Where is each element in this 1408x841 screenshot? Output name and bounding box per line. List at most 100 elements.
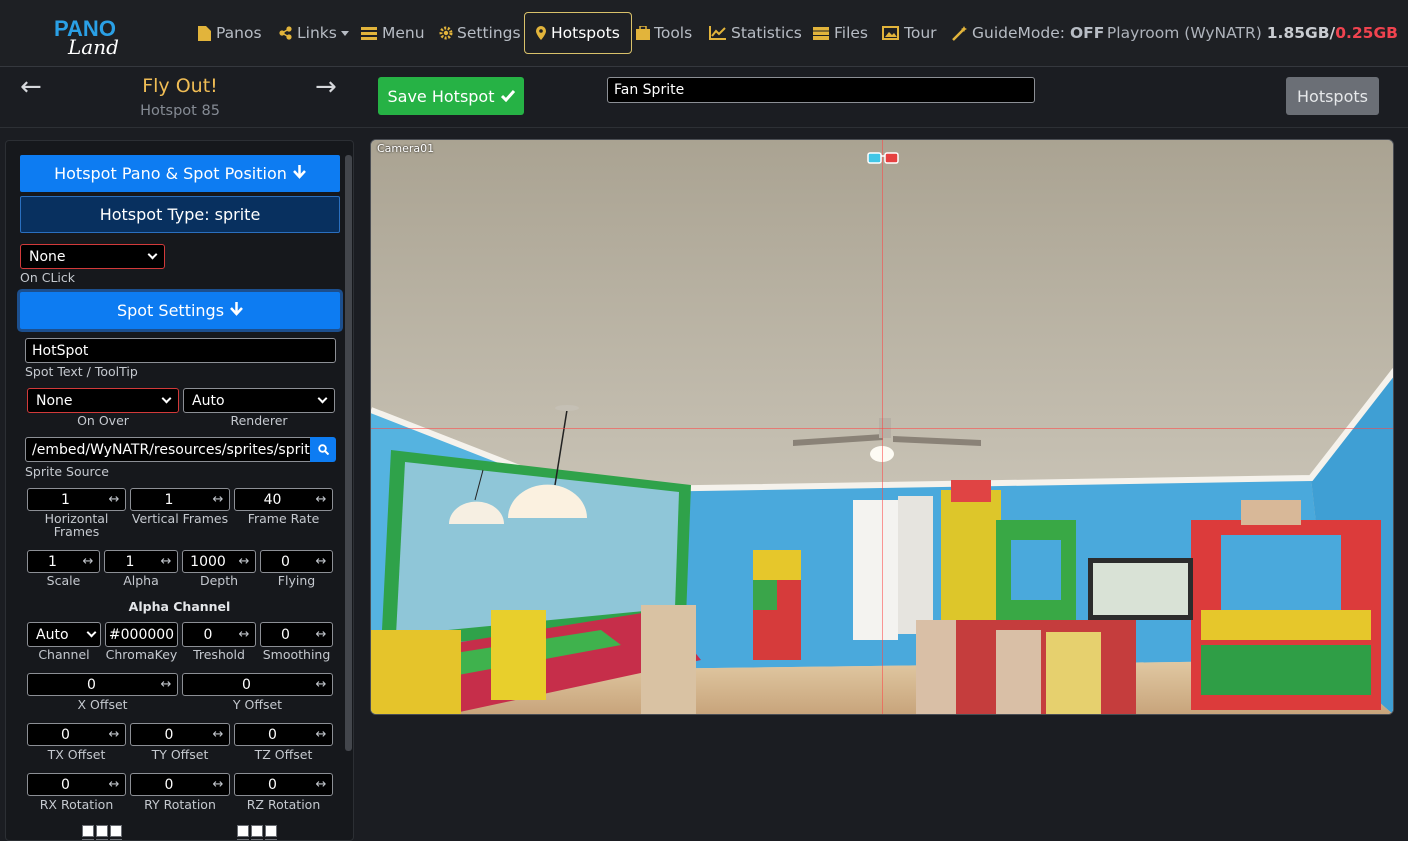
tx-offset-label: TX Offset bbox=[47, 747, 106, 762]
check-icon bbox=[500, 87, 515, 106]
file-icon bbox=[198, 26, 211, 41]
on-over-select[interactable]: None bbox=[27, 388, 179, 413]
align-grid-icon[interactable] bbox=[82, 825, 122, 840]
pano-position-button[interactable]: Hotspot Pano & Spot Position bbox=[20, 155, 340, 192]
renderer-label: Renderer bbox=[230, 413, 288, 428]
renderer-select[interactable]: Auto bbox=[183, 388, 335, 413]
channel-label: Channel bbox=[38, 647, 90, 662]
search-icon bbox=[317, 440, 329, 459]
vertical-frames-input[interactable]: 1 ↔ bbox=[130, 488, 230, 511]
nav-files[interactable]: Files bbox=[813, 22, 868, 44]
stepper-icon: ↔ bbox=[315, 492, 327, 507]
flying-input[interactable]: 0 ↔ bbox=[260, 550, 333, 573]
smoothing-input[interactable]: 0 ↔ bbox=[260, 622, 333, 647]
x-offset-label: X Offset bbox=[77, 697, 128, 712]
frame-rate-label: Frame Rate bbox=[247, 511, 320, 526]
stepper-icon: ↔ bbox=[212, 492, 224, 507]
hotspot-settings-panel: Hotspot Pano & Spot Position Hotspot Typ… bbox=[5, 140, 354, 841]
tx-offset-input[interactable]: 0 ↔ bbox=[27, 723, 126, 746]
nav-tools[interactable]: Tools bbox=[636, 22, 692, 44]
stepper-icon: ↔ bbox=[238, 627, 250, 642]
hotspot-name-input[interactable] bbox=[607, 77, 1035, 103]
rz-rotation-label: RZ Rotation bbox=[246, 797, 321, 812]
scale-input[interactable]: 1 ↔ bbox=[27, 550, 100, 573]
hotspot-type-button[interactable]: Hotspot Type: sprite bbox=[20, 196, 340, 233]
tz-offset-label: TZ Offset bbox=[254, 747, 313, 762]
rx-rotation-input[interactable]: 0 ↔ bbox=[27, 773, 126, 796]
archive-icon bbox=[813, 26, 829, 40]
browse-sprite-button[interactable] bbox=[310, 437, 336, 462]
svg-text:Land: Land bbox=[67, 35, 119, 58]
nav-hotspots[interactable]: Hotspots bbox=[524, 12, 632, 54]
y-offset-input[interactable]: 0 ↔ bbox=[182, 673, 333, 696]
stepper-icon: ↔ bbox=[315, 627, 327, 642]
depth-input[interactable]: 1000 ↔ bbox=[182, 550, 256, 573]
scale-label: Scale bbox=[46, 573, 81, 588]
depth-label: Depth bbox=[199, 573, 239, 588]
hotspots-list-button[interactable]: Hotspots bbox=[1286, 77, 1379, 115]
threshold-input[interactable]: 0 ↔ bbox=[182, 622, 256, 647]
panoland-logo[interactable]: PANO Land bbox=[52, 14, 136, 58]
nav-tour[interactable]: Tour bbox=[882, 22, 937, 44]
header-divider bbox=[0, 127, 1408, 128]
y-offset-label: Y Offset bbox=[232, 697, 283, 712]
panel-scrollbar[interactable] bbox=[345, 155, 352, 751]
nav-settings[interactable]: Settings bbox=[439, 22, 521, 44]
center-guide-line bbox=[882, 140, 883, 714]
spot-settings-button[interactable]: Spot Settings bbox=[20, 292, 340, 329]
hotspot-title: Fly Out! bbox=[142, 75, 218, 97]
next-hotspot-arrow[interactable]: → bbox=[315, 74, 337, 100]
x-offset-input[interactable]: 0 ↔ bbox=[27, 673, 178, 696]
stepper-icon: ↔ bbox=[315, 554, 327, 569]
nav-guidemode[interactable]: GuideMode: OFF bbox=[952, 22, 1104, 44]
on-over-label: On Over bbox=[77, 413, 129, 428]
prev-hotspot-arrow[interactable]: ← bbox=[20, 74, 42, 100]
chevron-down-icon bbox=[340, 30, 349, 36]
on-click-select[interactable]: None bbox=[20, 244, 165, 269]
align-grid-icon[interactable] bbox=[237, 825, 277, 840]
stepper-icon: ↔ bbox=[212, 727, 224, 742]
stepper-icon: ↔ bbox=[315, 777, 327, 792]
frame-rate-input[interactable]: 40 ↔ bbox=[234, 488, 333, 511]
threshold-label: Treshold bbox=[193, 647, 245, 662]
nav-panos[interactable]: Panos bbox=[198, 22, 262, 44]
alpha-channel-heading: Alpha Channel bbox=[128, 599, 231, 614]
spot-text-input[interactable]: HotSpot bbox=[25, 338, 336, 363]
arrow-down-icon bbox=[292, 164, 306, 183]
tz-offset-input[interactable]: 0 ↔ bbox=[234, 723, 333, 746]
sprite-source-input[interactable]: /embed/WyNATR/resources/sprites/sprit bbox=[25, 437, 311, 462]
stepper-icon: ↔ bbox=[212, 777, 224, 792]
nav-links[interactable]: Links bbox=[279, 22, 349, 44]
horizontal-frames-input[interactable]: 1 ↔ bbox=[27, 488, 126, 511]
rx-rotation-label: RX Rotation bbox=[39, 797, 114, 812]
flying-label: Flying bbox=[277, 573, 316, 588]
stepper-icon: ↔ bbox=[160, 677, 172, 692]
share-icon bbox=[279, 26, 292, 40]
alpha-input[interactable]: 1 ↔ bbox=[104, 550, 178, 573]
gear-icon bbox=[439, 26, 453, 40]
panorama-viewer[interactable]: Camera01 bbox=[370, 139, 1394, 715]
magic-wand-icon bbox=[952, 26, 967, 41]
sprite-source-label: Sprite Source bbox=[25, 464, 109, 479]
stepper-icon: ↔ bbox=[315, 727, 327, 742]
ry-rotation-label: RY Rotation bbox=[144, 797, 216, 812]
channel-select[interactable]: Auto bbox=[27, 622, 101, 647]
stepper-icon: ↔ bbox=[108, 492, 120, 507]
nav-menu[interactable]: Menu bbox=[361, 22, 425, 44]
ry-rotation-input[interactable]: 0 ↔ bbox=[130, 773, 230, 796]
rz-rotation-input[interactable]: 0 ↔ bbox=[234, 773, 333, 796]
ty-offset-input[interactable]: 0 ↔ bbox=[130, 723, 230, 746]
on-click-label: On CLick bbox=[20, 270, 76, 285]
nav-statistics[interactable]: Statistics bbox=[709, 22, 802, 44]
storage-usage: Playroom (WyNATR) 1.85GB/0.25GB bbox=[1106, 24, 1398, 42]
3d-glasses-icon[interactable] bbox=[867, 150, 899, 164]
smoothing-label: Smoothing bbox=[262, 647, 331, 662]
chevron-down-icon bbox=[86, 627, 97, 638]
stepper-icon: ↔ bbox=[82, 554, 94, 569]
chromakey-input[interactable]: #000000 bbox=[105, 622, 178, 647]
spot-text-label: Spot Text / ToolTip bbox=[25, 364, 138, 379]
ty-offset-label: TY Offset bbox=[151, 747, 209, 762]
chart-line-icon bbox=[709, 26, 726, 40]
save-hotspot-button[interactable]: Save Hotspot bbox=[378, 77, 524, 115]
stepper-icon: ↔ bbox=[238, 554, 250, 569]
